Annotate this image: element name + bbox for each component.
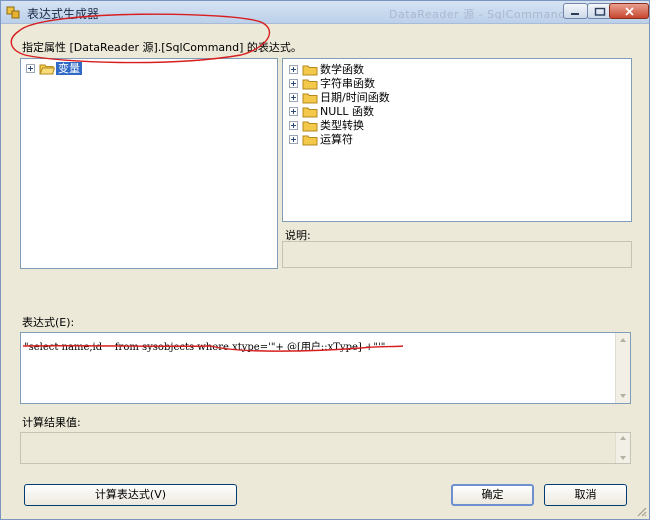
expression-scrollbar[interactable]: [615, 333, 630, 403]
folder-icon: [302, 93, 318, 104]
scroll-up-icon[interactable]: [620, 436, 626, 440]
expand-icon[interactable]: [26, 64, 35, 73]
evaluate-expression-button[interactable]: 计算表达式(V): [24, 484, 237, 506]
minimize-icon: [571, 13, 579, 15]
tree-item-label: 字符串函数: [320, 77, 375, 90]
expression-builder-dialog: 表达式生成器 DataReader 源 - SqlCommand 指定属性 [D…: [0, 0, 650, 520]
expression-input[interactable]: "select name,id from sysobjects where xt…: [20, 332, 631, 404]
app-icon: [6, 6, 20, 19]
expand-icon[interactable]: [289, 93, 298, 102]
result-value-box: [20, 432, 631, 464]
tree-item-label: 日期/时间函数: [320, 91, 390, 104]
background-window-title: DataReader 源 - SqlCommand: [389, 8, 566, 21]
tree-item-label: 运算符: [320, 133, 353, 146]
maximize-icon: [594, 7, 606, 16]
scroll-down-icon[interactable]: [620, 456, 626, 460]
result-label: 计算结果值:: [22, 416, 81, 429]
expression-label: 表达式(E):: [22, 316, 75, 329]
window-title: 表达式生成器: [27, 7, 100, 21]
scroll-down-icon[interactable]: [620, 394, 626, 398]
folder-icon: [302, 65, 318, 76]
tree-item-label: 类型转换: [320, 119, 364, 132]
cancel-button[interactable]: 取消: [544, 484, 627, 506]
folder-icon: [302, 121, 318, 132]
tree-item-label: 数学函数: [320, 63, 364, 76]
tree-item-label: NULL 函数: [320, 105, 375, 118]
scroll-up-icon[interactable]: [620, 338, 626, 342]
tree-item-label: 变量: [56, 62, 82, 75]
resize-grip-icon[interactable]: [635, 505, 647, 517]
folder-icon: [302, 135, 318, 146]
expand-icon[interactable]: [289, 79, 298, 88]
minimize-button[interactable]: [563, 3, 588, 19]
title-bar[interactable]: 表达式生成器 DataReader 源 - SqlCommand: [1, 1, 649, 24]
close-button[interactable]: [609, 3, 649, 19]
ok-button[interactable]: 确定: [451, 484, 534, 506]
folder-icon: [302, 79, 318, 90]
functions-tree[interactable]: 数学函数 字符串函数 日期/时间函数 NULL 函数 类型转换 运算符: [282, 58, 632, 222]
expand-icon[interactable]: [289, 135, 298, 144]
folder-icon: [302, 107, 318, 118]
result-scrollbar[interactable]: [615, 433, 630, 463]
expand-icon[interactable]: [289, 107, 298, 116]
expand-icon[interactable]: [289, 65, 298, 74]
property-prompt: 指定属性 [DataReader 源].[SqlCommand] 的表达式。: [22, 41, 302, 54]
expand-icon[interactable]: [289, 121, 298, 130]
close-icon: [625, 7, 634, 16]
description-area: [282, 241, 632, 268]
variables-tree[interactable]: 变量: [20, 58, 278, 269]
folder-open-icon: [39, 64, 55, 75]
expression-text[interactable]: "select name,id from sysobjects where xt…: [24, 338, 385, 353]
